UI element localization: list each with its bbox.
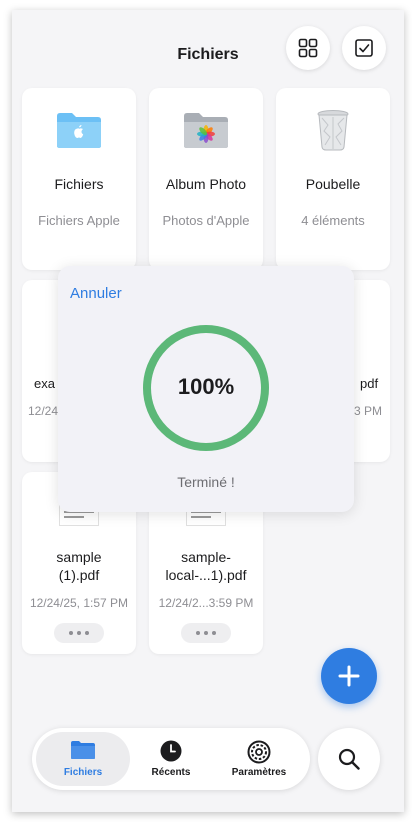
file-name-line-1: sample xyxy=(56,549,102,565)
file-date: 12/24 xyxy=(28,404,59,418)
plus-icon xyxy=(338,665,360,687)
location-subtitle: Photos d'Apple xyxy=(162,213,250,228)
tab-recents[interactable]: Récents xyxy=(124,732,218,786)
tab-label: Récents xyxy=(151,767,191,778)
location-title: Fichiers xyxy=(54,176,104,192)
file-name: exa xyxy=(34,376,55,391)
file-name-line-1: sample- xyxy=(181,549,231,565)
search-icon xyxy=(338,748,360,770)
clock-icon xyxy=(124,740,218,762)
folder-icon xyxy=(36,740,130,762)
folder-photos-icon xyxy=(149,106,263,154)
tab-settings[interactable]: Paramètres xyxy=(212,732,306,786)
cancel-button[interactable]: Annuler xyxy=(70,285,122,302)
file-date: 12/24/2...3:59 PM xyxy=(158,596,254,610)
add-button[interactable] xyxy=(321,648,377,704)
location-card-trash[interactable]: Poubelle 4 éléments xyxy=(276,88,390,270)
tab-bar: Fichiers Récents Paramètres xyxy=(32,728,310,790)
gear-icon xyxy=(212,740,306,764)
folder-apple-icon xyxy=(22,106,136,154)
tab-files[interactable]: Fichiers xyxy=(36,732,130,786)
tab-label: Paramètres xyxy=(231,767,287,778)
location-subtitle: Fichiers Apple xyxy=(38,213,120,228)
file-name: sample (1).pdf xyxy=(24,548,134,584)
location-title: Poubelle xyxy=(305,176,361,192)
location-subtitle: 4 éléments xyxy=(301,213,365,228)
trash-icon xyxy=(276,106,390,154)
status-text: Terminé ! xyxy=(177,474,235,490)
file-date: 12/24/25, 1:57 PM xyxy=(29,596,129,610)
grid-icon xyxy=(298,38,318,58)
location-card-files[interactable]: Fichiers Fichiers Apple xyxy=(22,88,136,270)
location-card-photos[interactable]: Album Photo Photos d'Apple xyxy=(149,88,263,270)
progress-percent: 100% xyxy=(177,374,235,399)
file-name: pdf xyxy=(360,376,379,391)
checkbox-icon xyxy=(355,39,373,57)
tab-label: Fichiers xyxy=(63,767,103,778)
progress-ring: 100% xyxy=(142,324,270,452)
grid-view-button[interactable] xyxy=(286,26,330,70)
file-name: sample- local-...1).pdf xyxy=(151,548,261,584)
app-screen: Fichiers Fichiers Fichiers Apple Album P… xyxy=(12,10,404,812)
file-name-line-2: local-...1).pdf xyxy=(165,567,247,583)
file-name-line-2: (1).pdf xyxy=(58,567,100,583)
progress-dialog: Annuler 100% Terminé ! xyxy=(58,266,354,512)
file-date: 3 PM xyxy=(354,404,383,418)
select-button[interactable] xyxy=(342,26,386,70)
more-options-button[interactable] xyxy=(54,623,104,643)
more-options-button[interactable] xyxy=(181,623,231,643)
search-button[interactable] xyxy=(318,728,380,790)
location-title: Album Photo xyxy=(165,176,247,192)
